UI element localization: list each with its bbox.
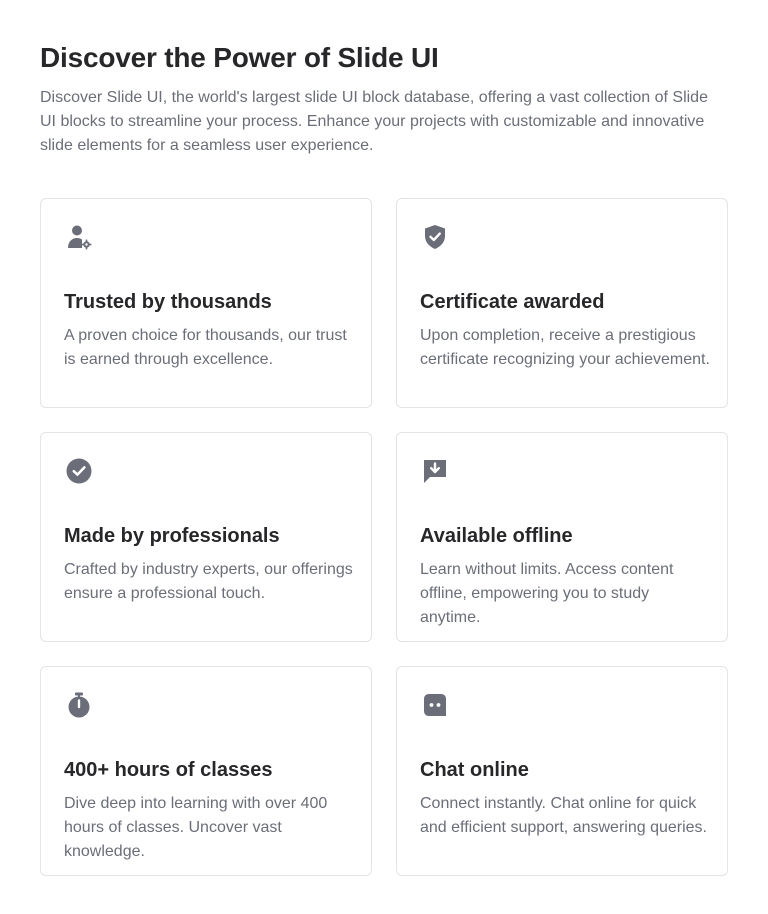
feature-title: Certificate awarded: [420, 291, 605, 313]
feature-title: 400+ hours of classes: [64, 759, 273, 781]
user-gear-icon: [64, 222, 94, 252]
feature-description: Upon completion, receive a prestigious c…: [420, 327, 710, 368]
chat-bot-icon: [420, 690, 450, 720]
stopwatch-icon: [64, 690, 94, 720]
feature-description: Dive deep into learning with over 400 ho…: [64, 795, 328, 860]
feature-card-trusted: Trusted by thousands A proven choice for…: [40, 198, 372, 408]
feature-title: Chat online: [420, 759, 529, 781]
page-description: Discover Slide UI, the world's largest s…: [40, 89, 708, 154]
feature-title: Trusted by thousands: [64, 291, 272, 313]
feature-card-hours: 400+ hours of classes Dive deep into lea…: [40, 666, 372, 876]
feature-card-professionals: Made by professionals Crafted by industr…: [40, 432, 372, 642]
check-circle-icon: [64, 456, 94, 486]
page-title: Discover the Power of Slide UI: [40, 42, 439, 73]
feature-description: Crafted by industry experts, our offerin…: [64, 561, 353, 602]
download-message-icon: [420, 456, 450, 486]
features-section: Discover the Power of Slide UI Discover …: [0, 0, 768, 914]
feature-card-offline: Available offline Learn without limits. …: [396, 432, 728, 642]
feature-description: Connect instantly. Chat online for quick…: [420, 795, 707, 836]
feature-grid: Trusted by thousands A proven choice for…: [40, 198, 728, 876]
feature-card-chat: Chat online Connect instantly. Chat onli…: [396, 666, 728, 876]
feature-card-certificate: Certificate awarded Upon completion, rec…: [396, 198, 728, 408]
feature-title: Available offline: [420, 525, 573, 547]
feature-description: Learn without limits. Access content off…: [420, 561, 674, 626]
shield-check-icon: [420, 222, 450, 252]
feature-title: Made by professionals: [64, 525, 280, 547]
feature-description: A proven choice for thousands, our trust…: [64, 327, 347, 368]
